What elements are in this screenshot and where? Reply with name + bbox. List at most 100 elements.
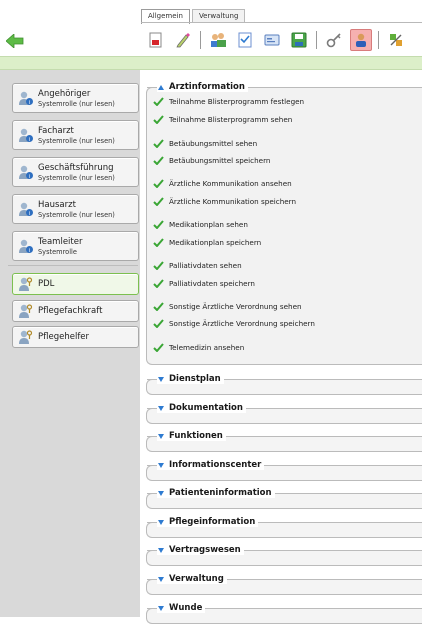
roles-active-icon[interactable] (350, 29, 372, 51)
checkmark-icon (153, 97, 164, 106)
tab-verwaltung[interactable]: Verwaltung (191, 9, 246, 23)
group-header[interactable]: Arztinformation (157, 82, 248, 92)
role-button-hausarzt[interactable]: i Hausarzt Systemrolle (nur lesen) (12, 194, 139, 224)
tab-divider (141, 22, 422, 23)
expand-triangle-icon[interactable] (158, 605, 164, 611)
permission-label: Ärztliche Kommunikation speichern (169, 197, 297, 206)
expand-triangle-icon[interactable] (158, 519, 164, 525)
group-title: Funktionen (169, 431, 223, 441)
status-strip (0, 56, 422, 70)
system-role-icon: i (19, 202, 33, 217)
permission-row[interactable]: Telemedizin ansehen (153, 343, 244, 352)
group-patienteninformation[interactable]: Patienteninformation (146, 488, 422, 509)
group-header[interactable]: Dokumentation (157, 403, 246, 413)
role-list-divider (8, 265, 138, 266)
role-subtitle: Systemrolle (nur lesen) (38, 211, 115, 219)
role-button-teamleiter[interactable]: i Teamleiter Systemrolle (12, 231, 139, 261)
role-name: Facharzt (38, 126, 74, 136)
checkmark-icon (153, 279, 164, 288)
back-arrow-icon[interactable] (6, 34, 24, 48)
permission-row[interactable]: Betäubungsmittel sehen (153, 139, 257, 148)
collapse-triangle-icon[interactable] (158, 84, 164, 90)
role-button-angehoeriger[interactable]: i Angehöriger Systemrolle (nur lesen) (12, 83, 139, 113)
group-title: Patienteninformation (169, 488, 272, 498)
group-wunde[interactable]: Wunde (146, 603, 422, 624)
permission-row[interactable]: Betäubungsmittel speichern (153, 156, 271, 165)
group-vertragswesen[interactable]: Vertragswesen (146, 545, 422, 566)
pen-edit-icon[interactable] (172, 29, 194, 51)
permission-row[interactable]: Teilnahme Blisterprogramm festlegen (153, 97, 304, 106)
permission-groups-panel: Arztinformation Teilnahme Blisterprogram… (141, 70, 422, 624)
role-button-pdl[interactable]: PDL (12, 273, 139, 295)
group-header[interactable]: Pflegeinformation (157, 517, 259, 527)
expand-triangle-icon[interactable] (158, 376, 164, 382)
group-header[interactable]: Informationscenter (157, 460, 265, 470)
group-dienstplan[interactable]: Dienstplan (146, 374, 422, 395)
expand-triangle-icon[interactable] (158, 576, 164, 582)
group-title: Vertragswesen (169, 545, 241, 555)
group-pflegeinformation[interactable]: Pflegeinformation (146, 517, 422, 538)
checkmark-icon (153, 261, 164, 270)
group-header[interactable]: Verwaltung (157, 574, 227, 584)
expand-triangle-icon[interactable] (158, 462, 164, 468)
expand-triangle-icon[interactable] (158, 433, 164, 439)
svg-text:i: i (29, 100, 30, 106)
checkmark-icon (153, 115, 164, 124)
role-button-pflegefachkraft[interactable]: Pflegefachkraft (12, 300, 139, 322)
pdf-document-icon[interactable] (145, 29, 167, 51)
permission-row[interactable]: Medikationplan speichern (153, 238, 261, 247)
permission-label: Telemedizin ansehen (169, 343, 245, 352)
permission-label: Medikationplan speichern (169, 238, 262, 247)
save-disk-icon[interactable] (288, 29, 310, 51)
permission-row[interactable]: Medikationplan sehen (153, 220, 248, 229)
checklist-icon[interactable] (234, 29, 256, 51)
group-title: Wunde (169, 603, 203, 613)
permission-row[interactable]: Sonstige Ärztliche Verordnung sehen (153, 302, 302, 311)
role-name: Pflegehelfer (38, 332, 90, 342)
role-subtitle: Systemrolle (nur lesen) (38, 137, 115, 145)
checkmark-icon (153, 238, 164, 247)
id-card-icon[interactable] (261, 29, 283, 51)
expand-triangle-icon[interactable] (158, 405, 164, 411)
group-dokumentation[interactable]: Dokumentation (146, 403, 422, 424)
role-button-pflegehelfer[interactable]: Pflegehelfer (12, 326, 139, 348)
svg-text:i: i (29, 174, 30, 180)
group-funktionen[interactable]: Funktionen (146, 431, 422, 452)
role-list-panel: i Angehöriger Systemrolle (nur lesen) i … (0, 70, 140, 617)
group-header[interactable]: Wunde (157, 603, 206, 613)
checkmark-icon (153, 139, 164, 148)
group-title: Informationscenter (169, 460, 262, 470)
group-header[interactable]: Vertragswesen (157, 545, 244, 555)
role-button-geschaeftsfuehrung[interactable]: i Geschäftsführung Systemrolle (nur lese… (12, 157, 139, 187)
checkmark-icon (153, 197, 164, 206)
permission-row[interactable]: Palliativdaten speichern (153, 279, 255, 288)
group-verwaltung[interactable]: Verwaltung (146, 574, 422, 595)
permission-label: Sonstige Ärztliche Verordnung sehen (169, 302, 302, 311)
system-role-icon: i (19, 165, 33, 180)
users-group-icon[interactable] (207, 29, 229, 51)
role-button-facharzt[interactable]: i Facharzt Systemrolle (nur lesen) (12, 120, 139, 150)
system-role-icon: i (19, 239, 33, 254)
group-header[interactable]: Dienstplan (157, 374, 224, 384)
permission-row[interactable]: Sonstige Ärztliche Verordnung speichern (153, 319, 315, 328)
svg-text:i: i (29, 137, 30, 143)
permission-row[interactable]: Palliativdaten sehen (153, 261, 242, 270)
permission-label: Sonstige Ärztliche Verordnung speichern (169, 319, 315, 328)
group-title: Dokumentation (169, 403, 243, 413)
permission-row[interactable]: Ärztliche Kommunikation ansehen (153, 179, 292, 188)
expand-triangle-icon[interactable] (158, 490, 164, 496)
group-informationscenter[interactable]: Informationscenter (146, 460, 422, 481)
group-header[interactable]: Patienteninformation (157, 488, 275, 498)
expand-triangle-icon[interactable] (158, 547, 164, 553)
permission-label: Palliativdaten speichern (169, 279, 255, 288)
permission-row[interactable]: Teilnahme Blisterprogramm sehen (153, 115, 292, 124)
role-name: Geschäftsführung (38, 163, 114, 173)
group-header[interactable]: Funktionen (157, 431, 226, 441)
key-icon[interactable] (323, 29, 345, 51)
permission-row[interactable]: Ärztliche Kommunikation speichern (153, 197, 296, 206)
role-name: Teamleiter (38, 237, 83, 247)
group-title: Arztinformation (169, 82, 245, 92)
tools-icon[interactable] (385, 29, 407, 51)
checkmark-icon (153, 156, 164, 165)
checkmark-icon (153, 319, 164, 328)
